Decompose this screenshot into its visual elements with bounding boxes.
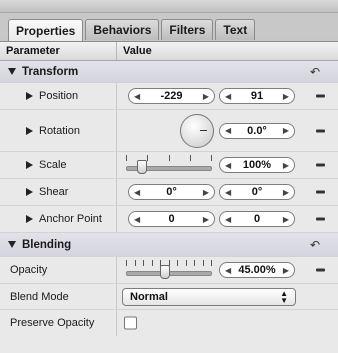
preserve-opacity-checkbox[interactable]	[124, 316, 137, 330]
parameter-column-header: Parameter	[0, 42, 117, 60]
tab-properties[interactable]: Properties	[8, 19, 84, 42]
column-header: Parameter Value	[0, 42, 338, 61]
remove-keyframe-minus-icon[interactable]	[316, 163, 325, 167]
reset-transform-icon[interactable]: ↶	[310, 65, 320, 79]
remove-keyframe-minus-icon[interactable]	[316, 129, 325, 132]
blending-group-title: Blending	[22, 238, 72, 251]
anchor-y-field[interactable]: ◀ 0 ▶	[219, 211, 295, 227]
opacity-field[interactable]: ◀ 45.00% ▶	[219, 262, 295, 278]
remove-keyframe-minus-icon[interactable]	[316, 268, 325, 272]
disclosure-triangle-collapsed-icon[interactable]	[26, 215, 33, 223]
scale-row: Scale ◀ 100% ▶	[0, 152, 338, 179]
increment-arrow-icon[interactable]: ▶	[203, 188, 209, 197]
blend-mode-label: Blend Mode	[10, 290, 69, 303]
increment-arrow-icon[interactable]: ▶	[203, 215, 209, 224]
increment-arrow-icon[interactable]: ▶	[283, 126, 289, 135]
increment-arrow-icon[interactable]: ▶	[283, 161, 289, 170]
slider-thumb[interactable]	[137, 160, 147, 174]
disclosure-triangle-collapsed-icon[interactable]	[26, 126, 33, 135]
popup-arrows-icon: ▲ ▼	[280, 288, 288, 305]
position-label: Position	[39, 90, 79, 102]
shear-row: Shear ◀ 0° ▶ ◀ 0° ▶	[0, 179, 338, 206]
transform-group-header[interactable]: Transform ↶	[0, 61, 338, 83]
increment-arrow-icon[interactable]: ▶	[283, 92, 289, 101]
slider-thumb[interactable]	[160, 265, 170, 279]
value-column-header: Value	[123, 45, 152, 57]
increment-arrow-icon[interactable]: ▶	[203, 92, 209, 101]
disclosure-triangle-collapsed-icon[interactable]	[26, 188, 33, 196]
position-row: Position ◀ -229 ▶ ◀ 91 ▶	[0, 83, 338, 110]
preserve-opacity-label: Preserve Opacity	[10, 317, 95, 329]
position-x-field[interactable]: ◀ -229 ▶	[128, 88, 215, 104]
anchor-point-row: Anchor Point ◀ 0 ▶ ◀ 0 ▶	[0, 206, 338, 233]
shear-label: Shear	[39, 186, 69, 198]
reset-blending-icon[interactable]: ↶	[310, 238, 320, 252]
properties-panel: Parameter Value Transform ↶ Position ◀ -…	[0, 41, 338, 353]
scale-slider[interactable]	[126, 155, 212, 175]
tab-text[interactable]: Text	[215, 19, 256, 40]
remove-keyframe-minus-icon[interactable]	[316, 217, 325, 221]
blend-mode-popup[interactable]: Normal ▲ ▼	[122, 287, 296, 306]
opacity-row: Opacity ◀ 45.00% ▶	[0, 257, 338, 284]
transform-group-title: Transform	[22, 65, 79, 78]
scale-label: Scale	[39, 159, 67, 171]
shear-y-field[interactable]: ◀ 0° ▶	[219, 184, 295, 200]
anchor-point-label: Anchor Point	[39, 213, 102, 225]
blend-mode-value: Normal	[130, 290, 168, 303]
rotation-row: Rotation ◀ 0.0° ▶	[0, 110, 338, 152]
increment-arrow-icon[interactable]: ▶	[283, 266, 289, 275]
dial-indicator	[200, 129, 207, 131]
inspector-window: Properties Behaviors Filters Text Parame…	[0, 0, 338, 353]
shear-x-field[interactable]: ◀ 0° ▶	[128, 184, 215, 200]
disclosure-triangle-expanded-icon[interactable]	[8, 241, 16, 248]
opacity-label: Opacity	[10, 264, 48, 276]
preserve-opacity-row: Preserve Opacity	[0, 310, 338, 336]
rotation-label: Rotation	[39, 124, 80, 137]
rotation-dial[interactable]	[180, 113, 214, 148]
disclosure-triangle-collapsed-icon[interactable]	[26, 92, 33, 100]
disclosure-triangle-collapsed-icon[interactable]	[26, 161, 33, 169]
increment-arrow-icon[interactable]: ▶	[283, 188, 289, 197]
position-y-field[interactable]: ◀ 91 ▶	[219, 88, 295, 104]
disclosure-triangle-expanded-icon[interactable]	[8, 68, 16, 75]
remove-keyframe-minus-icon[interactable]	[316, 190, 325, 194]
blending-group-header[interactable]: Blending ↶	[0, 233, 338, 257]
scale-field[interactable]: ◀ 100% ▶	[219, 157, 295, 173]
increment-arrow-icon[interactable]: ▶	[283, 215, 289, 224]
remove-keyframe-minus-icon[interactable]	[316, 94, 325, 98]
anchor-x-field[interactable]: ◀ 0 ▶	[128, 211, 215, 227]
blend-mode-row: Blend Mode Normal ▲ ▼	[0, 284, 338, 310]
rotation-field[interactable]: ◀ 0.0° ▶	[219, 122, 295, 139]
tab-filters[interactable]: Filters	[161, 19, 214, 40]
title-bar	[0, 0, 338, 13]
tab-behaviors[interactable]: Behaviors	[85, 19, 160, 40]
opacity-slider[interactable]	[126, 260, 212, 280]
inspector-tabs: Properties Behaviors Filters Text	[8, 19, 256, 42]
